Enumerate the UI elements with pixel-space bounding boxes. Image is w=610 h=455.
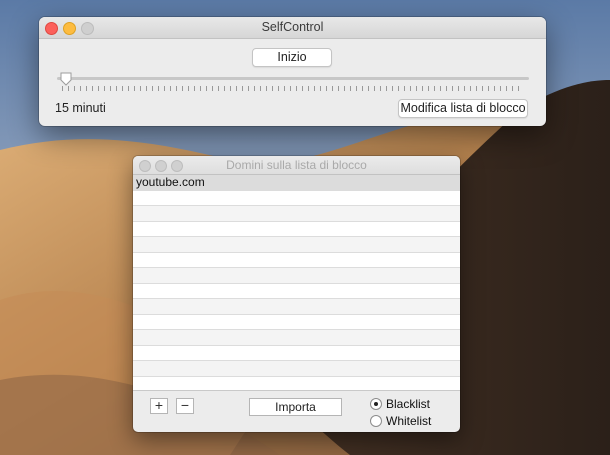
start-button[interactable]: Inizio: [252, 48, 332, 67]
remove-domain-button[interactable]: −: [176, 398, 194, 414]
duration-label: 15 minuti: [55, 101, 106, 115]
list-item[interactable]: youtube.com: [133, 175, 460, 191]
radio-selected-icon[interactable]: [370, 397, 382, 410]
radio-blacklist[interactable]: Blacklist: [370, 396, 430, 411]
list-item[interactable]: [133, 283, 460, 299]
list-item[interactable]: [133, 330, 460, 346]
list-item[interactable]: [133, 190, 460, 206]
duration-slider-ticks: [62, 86, 524, 91]
window-title: Domini sulla lista di blocco: [226, 158, 367, 172]
radio-whitelist-label: Whitelist: [386, 413, 432, 428]
duration-slider-knob[interactable]: [59, 72, 73, 86]
radio-whitelist[interactable]: Whitelist: [370, 413, 431, 428]
modify-blocklist-button[interactable]: Modifica lista di blocco: [398, 99, 528, 118]
radio-blacklist-label: Blacklist: [386, 396, 431, 411]
radio-unselected-icon[interactable]: [370, 414, 382, 427]
list-item[interactable]: [133, 221, 460, 237]
list-item[interactable]: [133, 268, 460, 284]
duration-slider-track[interactable]: [57, 77, 529, 80]
window-title: SelfControl: [261, 20, 324, 34]
list-item[interactable]: [133, 361, 460, 377]
title-bar: SelfControl: [39, 17, 546, 39]
blocklist-window: Domini sulla lista di blocco youtube.com…: [133, 156, 460, 432]
list-item[interactable]: [133, 237, 460, 253]
selfcontrol-window: SelfControl Inizio 15 minuti Modifica li…: [39, 17, 546, 126]
list-item[interactable]: [133, 206, 460, 222]
add-domain-button[interactable]: +: [150, 398, 168, 414]
list-item[interactable]: [133, 299, 460, 315]
list-item[interactable]: [133, 345, 460, 361]
import-button[interactable]: Importa: [249, 398, 342, 416]
domain-list[interactable]: youtube.com: [133, 175, 460, 391]
list-item[interactable]: [133, 314, 460, 330]
title-bar: Domini sulla lista di blocco: [133, 156, 460, 175]
list-item[interactable]: [133, 252, 460, 268]
